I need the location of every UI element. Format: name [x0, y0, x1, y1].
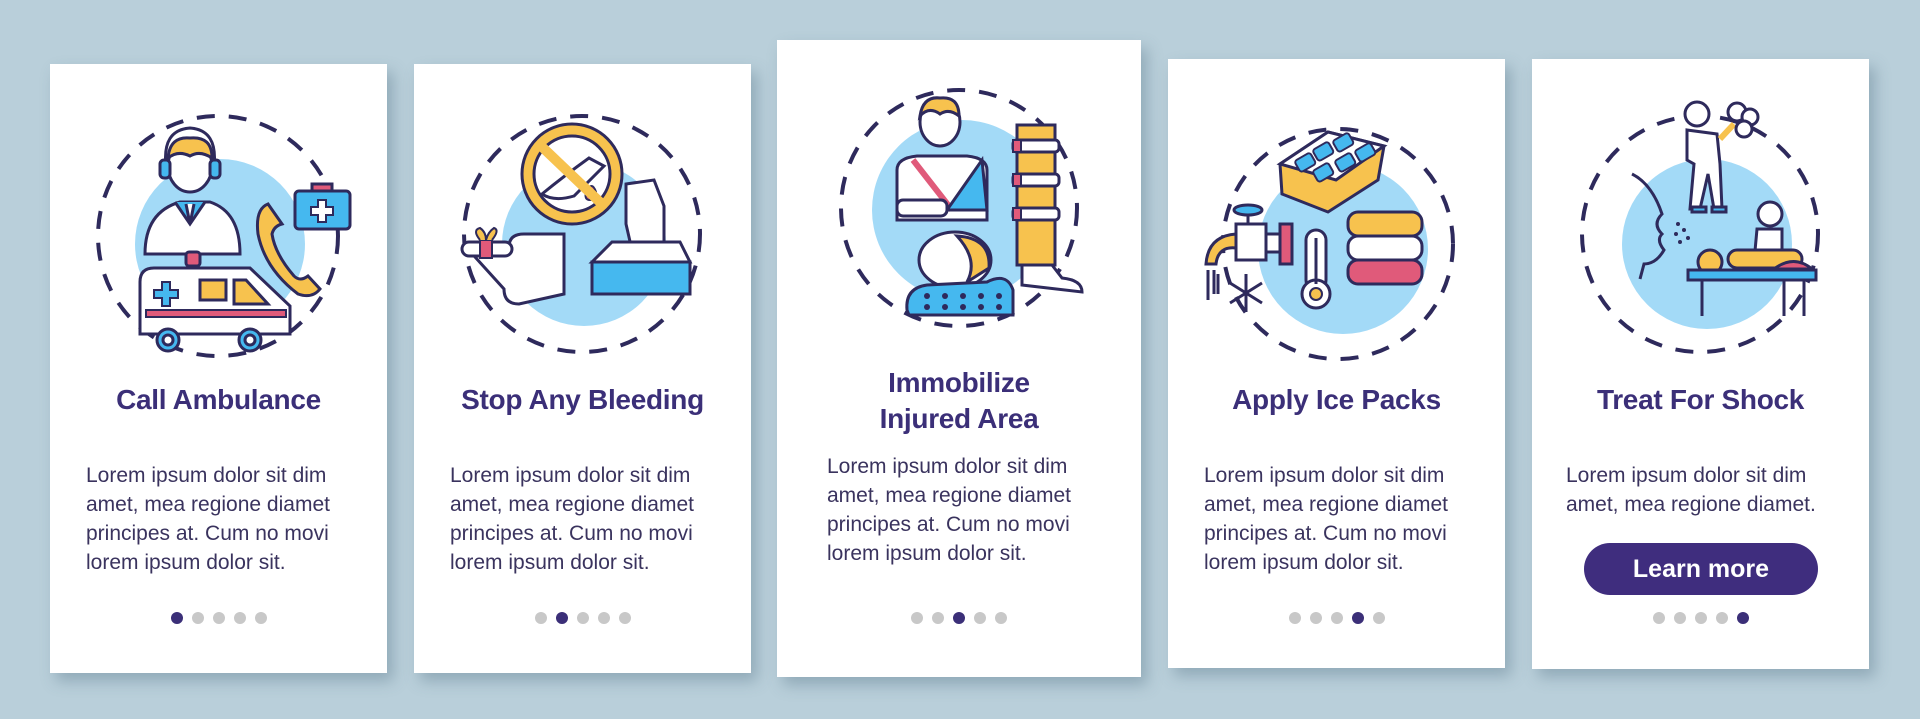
body-line: principes at. Cum no movi	[86, 522, 329, 545]
page-dot-3[interactable]	[1694, 612, 1707, 624]
page-dot-1[interactable]	[534, 612, 547, 624]
page-dot-2[interactable]	[1309, 612, 1322, 624]
page-dot-5[interactable]	[254, 612, 267, 624]
page-dot-1[interactable]	[911, 612, 923, 624]
pagination-dots	[50, 612, 387, 624]
page-dot-1[interactable]	[1652, 612, 1665, 624]
body-line: amet, mea regione diamet.	[1566, 493, 1816, 516]
snowflake-icon	[1229, 274, 1263, 312]
page-dot-5-active[interactable]	[1736, 612, 1749, 624]
card-description: Lorem ipsum dolor sit dim amet, mea regi…	[827, 452, 1121, 568]
page-dot-4[interactable]	[597, 612, 610, 624]
page-dot-5[interactable]	[1372, 612, 1385, 624]
treat-shock-illustration	[1532, 84, 1869, 384]
page-dot-1-active[interactable]	[170, 612, 183, 624]
pagination-dots	[1168, 612, 1505, 624]
card-title: Immobilize Injured Area	[777, 365, 1141, 437]
body-line: Lorem ipsum dolor sit dim	[86, 464, 327, 487]
page-dot-3[interactable]	[1330, 612, 1343, 624]
card-description: Lorem ipsum dolor sit dim amet, mea regi…	[86, 461, 367, 577]
ice-packs-illustration	[1168, 84, 1505, 384]
title-line: Treat For Shock	[1596, 384, 1805, 415]
body-line: lorem ipsum dolor sit.	[86, 551, 286, 574]
onboarding-card-stop-bleeding: Stop Any Bleeding Lorem ipsum dolor sit …	[414, 64, 751, 673]
body-line: amet, mea regione diamet	[86, 493, 330, 516]
card-description: Lorem ipsum dolor sit dim amet, mea regi…	[450, 461, 731, 577]
page-dot-2-active[interactable]	[555, 612, 568, 624]
folded-towels-icon	[1346, 210, 1424, 286]
page-dot-4[interactable]	[233, 612, 246, 624]
page-dot-5[interactable]	[995, 612, 1007, 624]
title-line: Stop Any Bleeding	[461, 384, 704, 415]
page-dot-3-active[interactable]	[953, 612, 965, 624]
body-line: lorem ipsum dolor sit.	[1204, 551, 1404, 574]
page-dot-2[interactable]	[932, 612, 944, 624]
onboarding-card-immobilize: Immobilize Injured Area Lorem ipsum dolo…	[777, 40, 1141, 677]
pagination-dots	[777, 612, 1141, 624]
page-dot-4-active[interactable]	[1351, 612, 1364, 624]
pagination-dots	[1532, 612, 1869, 624]
body-line: Lorem ipsum dolor sit dim	[1204, 464, 1445, 487]
body-line: principes at. Cum no movi	[450, 522, 693, 545]
body-line: lorem ipsum dolor sit.	[827, 542, 1027, 565]
card-description: Lorem ipsum dolor sit dim amet, mea regi…	[1204, 461, 1485, 577]
card-title: Call Ambulance	[50, 382, 387, 418]
body-line: amet, mea regione diamet	[1204, 493, 1448, 516]
page-dot-3[interactable]	[212, 612, 225, 624]
body-line: Lorem ipsum dolor sit dim	[450, 464, 691, 487]
immobilize-illustration	[777, 60, 1141, 360]
page-dot-4[interactable]	[1715, 612, 1728, 624]
onboarding-card-ice-packs: Apply Ice Packs Lorem ipsum dolor sit di…	[1168, 59, 1505, 668]
card-title: Apply Ice Packs	[1168, 382, 1505, 418]
title-line: Apply Ice Packs	[1232, 384, 1441, 415]
body-line: principes at. Cum no movi	[1204, 522, 1447, 545]
body-line: Lorem ipsum dolor sit dim	[1566, 464, 1807, 487]
page-dot-3[interactable]	[576, 612, 589, 624]
title-line: Call Ambulance	[116, 384, 321, 415]
call-ambulance-illustration	[50, 84, 387, 384]
pagination-dots	[414, 612, 751, 624]
arm-sling-icon	[895, 96, 989, 222]
body-line: lorem ipsum dolor sit.	[450, 551, 650, 574]
bandaged-finger-icon	[460, 226, 566, 306]
onboarding-card-call-ambulance: Call Ambulance Lorem ipsum dolor sit dim…	[50, 64, 387, 673]
title-line: Immobilize	[888, 367, 1030, 398]
body-line: amet, mea regione diamet	[827, 484, 1071, 507]
card-description: Lorem ipsum dolor sit dim amet, mea regi…	[1566, 461, 1849, 519]
body-line: Lorem ipsum dolor sit dim	[827, 455, 1068, 478]
learn-more-button[interactable]: Learn more	[1584, 543, 1818, 595]
page-dot-5[interactable]	[618, 612, 631, 624]
body-line: amet, mea regione diamet	[450, 493, 694, 516]
page-dot-2[interactable]	[191, 612, 204, 624]
thermometer-icon	[1300, 228, 1332, 310]
card-title: Stop Any Bleeding	[414, 382, 751, 418]
page-dot-4[interactable]	[974, 612, 986, 624]
card-title: Treat For Shock	[1532, 382, 1869, 418]
stop-bleeding-illustration	[414, 84, 751, 384]
onboarding-card-treat-shock: Treat For Shock Lorem ipsum dolor sit di…	[1532, 59, 1869, 669]
body-line: principes at. Cum no movi	[827, 513, 1070, 536]
first-aid-kit-icon	[293, 182, 352, 231]
page-dot-1[interactable]	[1288, 612, 1301, 624]
page-dot-2[interactable]	[1673, 612, 1686, 624]
no-touching-wound-icon	[520, 122, 624, 226]
title-line: Injured Area	[879, 403, 1039, 434]
leg-splint-icon	[1011, 123, 1084, 294]
